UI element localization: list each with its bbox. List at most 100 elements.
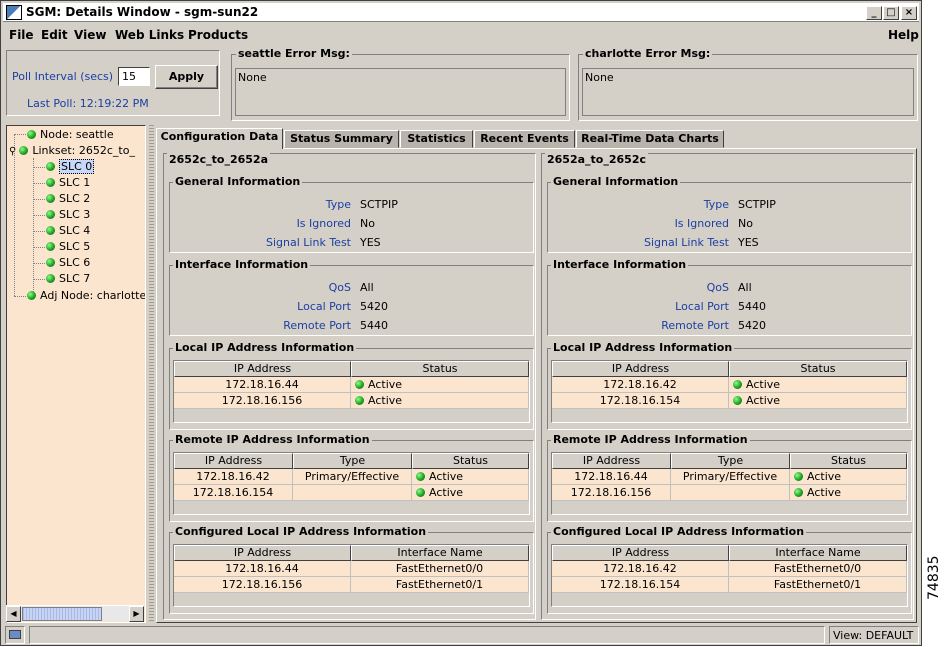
table-row[interactable]: 172.18.16.154 FastEthernet0/1 <box>552 577 907 593</box>
table-row[interactable]: 172.18.16.44 FastEthernet0/0 <box>174 561 529 577</box>
group-title: Interface Information <box>551 258 689 271</box>
tree-slc-0[interactable]: SLC 0 <box>46 159 95 174</box>
menu-edit[interactable]: Edit <box>41 28 68 42</box>
column-header[interactable]: Type <box>671 453 790 469</box>
field-value: YES <box>360 236 381 249</box>
menu-web-links[interactable]: Web Links <box>115 28 184 42</box>
field-label: Is Ignored <box>296 217 351 230</box>
column-header[interactable]: IP Address <box>174 545 351 561</box>
charlotte-error-title: charlotte Error Msg: <box>583 47 713 60</box>
topology-tree: Node: seattle ⚲ Linkset: 2652c_to_ SLC 0S… <box>6 125 146 623</box>
column-header[interactable]: IP Address <box>552 453 671 469</box>
tree-hscrollbar[interactable]: ◀ ▶ <box>6 605 144 622</box>
title-bar: SGM: Details Window - sgm-sun22 _ □ × <box>3 3 919 22</box>
column-header[interactable]: IP Address <box>174 361 351 377</box>
status-computer-icon <box>5 626 25 644</box>
menu-help[interactable]: Help <box>888 28 919 42</box>
table-row[interactable]: 172.18.16.42 Primary/Effective Active <box>174 469 529 485</box>
menu-bar: File Edit View Web Links Products Help <box>3 24 919 46</box>
status-cell: Active <box>729 393 907 409</box>
pane-splitter[interactable] <box>149 125 154 623</box>
window-title: SGM: Details Window - sgm-sun22 <box>26 5 259 19</box>
scroll-right-icon[interactable]: ▶ <box>129 606 144 622</box>
menu-products[interactable]: Products <box>188 28 248 42</box>
configured-local-ip-group: Configured Local IP Address Information I… <box>547 525 912 614</box>
remote-ip-address-group: Remote IP Address Information IP Address T… <box>547 433 912 522</box>
column-header[interactable]: Status <box>351 361 529 377</box>
tree-slc-5[interactable]: SLC 5 <box>46 239 90 254</box>
status-active-icon <box>355 396 364 405</box>
status-cell: Active <box>412 485 529 501</box>
table-row[interactable]: 172.18.16.42 Active <box>552 377 907 393</box>
tab-statistics[interactable]: Statistics <box>400 130 473 148</box>
table-row[interactable]: 172.18.16.156 Active <box>174 393 529 409</box>
tree-linkset[interactable]: ⚲ Linkset: 2652c_to_ <box>9 143 135 158</box>
tab-status-summary[interactable]: Status Summary <box>284 130 399 148</box>
tab-real-time-data-charts[interactable]: Real-Time Data Charts <box>576 130 724 148</box>
tree-node-seattle[interactable]: Node: seattle <box>27 127 114 142</box>
table-row[interactable]: 172.18.16.156 FastEthernet0/1 <box>174 577 529 593</box>
close-button[interactable]: × <box>901 6 917 20</box>
table-cell: FastEthernet0/0 <box>729 561 907 577</box>
group-title: General Information <box>173 175 303 188</box>
status-ok-icon <box>46 178 55 187</box>
local-ip-address-group: Local IP Address Information IP Address St… <box>547 341 912 430</box>
apply-button[interactable]: Apply <box>155 65 218 89</box>
tree-slc-6[interactable]: SLC 6 <box>46 255 90 270</box>
group-title: Local IP Address Information <box>551 341 735 354</box>
table-row[interactable]: 172.18.16.42 FastEthernet0/0 <box>552 561 907 577</box>
tree-adj-node[interactable]: Adj Node: charlotte <box>27 288 145 303</box>
tab-recent-events[interactable]: Recent Events <box>474 130 575 148</box>
link-column-0: 2652c_to_2652a General Information Type SCT… <box>163 153 536 620</box>
scroll-left-icon[interactable]: ◀ <box>6 606 21 622</box>
column-header[interactable]: IP Address <box>174 453 293 469</box>
column-header[interactable]: Status <box>790 453 907 469</box>
tree-slc-7[interactable]: SLC 7 <box>46 271 90 286</box>
local-ip-address-group: Local IP Address Information IP Address St… <box>169 341 534 430</box>
tree-slc-2[interactable]: SLC 2 <box>46 191 90 206</box>
column-header[interactable]: IP Address <box>552 361 729 377</box>
table-row[interactable]: 172.18.16.156 Active <box>552 485 907 501</box>
interface-information-group: Interface Information QoS All Local Port 542… <box>169 258 534 336</box>
status-ok-icon <box>46 242 55 251</box>
field-value: All <box>738 281 752 294</box>
table-row[interactable]: 172.18.16.154 Active <box>552 393 907 409</box>
menu-view[interactable]: View <box>74 28 106 42</box>
minimize-button[interactable]: _ <box>866 6 882 20</box>
group-title: Interface Information <box>173 258 311 271</box>
details-window: SGM: Details Window - sgm-sun22 _ □ × Fi… <box>0 0 922 646</box>
column-header[interactable]: Type <box>293 453 412 469</box>
status-ok-icon <box>46 258 55 267</box>
table-row[interactable]: 172.18.16.154 Active <box>174 485 529 501</box>
status-bar: View: DEFAULT <box>1 624 921 646</box>
column-header[interactable]: Status <box>412 453 529 469</box>
configured-local-ip-group: Configured Local IP Address Information I… <box>169 525 534 614</box>
column-header[interactable]: Interface Name <box>351 545 529 561</box>
field-label: Is Ignored <box>674 217 729 230</box>
scroll-thumb[interactable] <box>22 607 102 621</box>
tree-slc-3[interactable]: SLC 3 <box>46 207 90 222</box>
table-cell: 172.18.16.154 <box>552 577 729 593</box>
field-value: All <box>360 281 374 294</box>
link-column-1: 2652a_to_2652c General Information Type SCT… <box>541 153 914 620</box>
figure-code: 74835 <box>926 555 942 600</box>
maximize-button[interactable]: □ <box>883 6 899 20</box>
field-label: Signal Link Test <box>266 236 351 249</box>
expand-key-icon[interactable]: ⚲ <box>9 146 16 157</box>
poll-interval-input[interactable] <box>118 67 150 86</box>
tree-slc-4[interactable]: SLC 4 <box>46 223 90 238</box>
column-header[interactable]: Interface Name <box>729 545 907 561</box>
table-row[interactable]: 172.18.16.44 Primary/Effective Active <box>552 469 907 485</box>
column-header[interactable]: Status <box>729 361 907 377</box>
tree-slc-1[interactable]: SLC 1 <box>46 175 90 190</box>
column-header[interactable]: IP Address <box>552 545 729 561</box>
tab-configuration-data[interactable]: Configuration Data <box>156 128 283 149</box>
menu-file[interactable]: File <box>9 28 34 42</box>
table-cell: 172.18.16.154 <box>552 393 729 409</box>
table-cell: 172.18.16.42 <box>552 377 729 393</box>
table-row[interactable]: 172.18.16.44 Active <box>174 377 529 393</box>
field-label: Type <box>325 198 351 211</box>
group-title: Remote IP Address Information <box>173 433 372 446</box>
status-active-icon <box>794 488 803 497</box>
status-ok-icon <box>46 162 55 171</box>
